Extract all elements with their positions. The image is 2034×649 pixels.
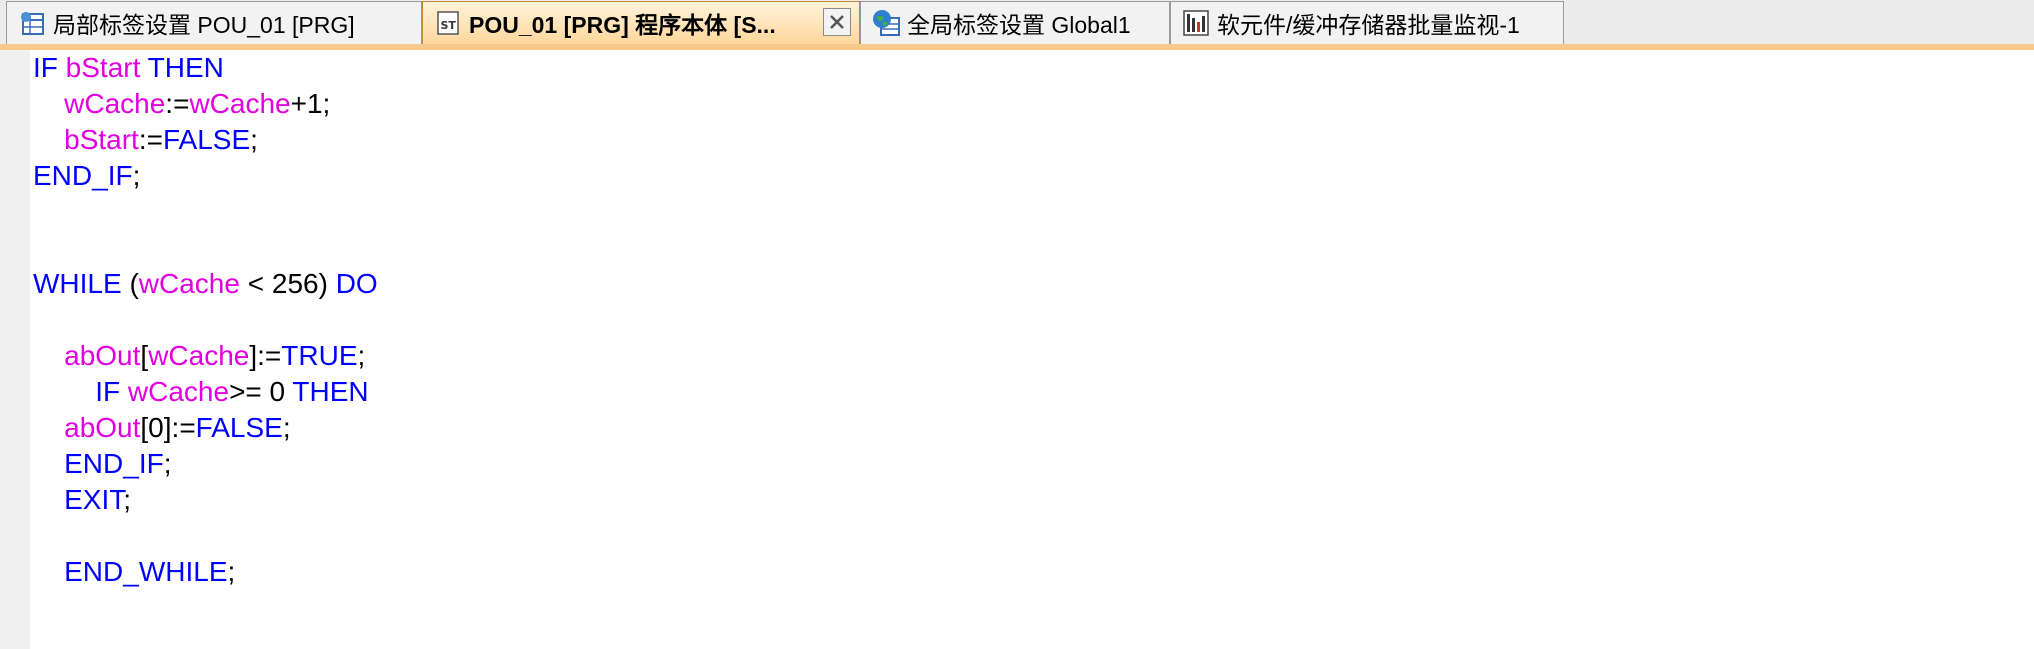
code-text: := xyxy=(138,124,163,155)
code-line[interactable]: EXIT; xyxy=(33,482,2023,518)
monitor-icon xyxy=(1183,10,1209,36)
code-keyword: DO xyxy=(335,268,378,299)
tab-program-body[interactable]: ST POU_01 [PRG] 程序本体 [S... xyxy=(422,1,860,44)
code-text: := xyxy=(165,88,190,119)
st-code-editor[interactable]: IF bStart THEN wCache:=wCache+1; bStart:… xyxy=(0,50,2034,649)
code-variable: wCache xyxy=(138,268,240,299)
tab-local-labels[interactable]: 局部标签设置 POU_01 [PRG] xyxy=(6,1,422,44)
code-keyword: IF xyxy=(33,52,66,83)
code-line[interactable] xyxy=(33,230,2023,266)
tab-label: 全局标签设置 Global1 xyxy=(907,12,1131,38)
code-line[interactable]: wCache:=wCache+1; xyxy=(33,86,2023,122)
code-line[interactable]: END_WHILE; xyxy=(33,554,2023,590)
code-text: >= 0 xyxy=(229,376,293,407)
code-keyword: END_IF xyxy=(33,160,133,191)
code-line[interactable]: IF wCache>= 0 THEN xyxy=(33,374,2023,410)
code-line[interactable] xyxy=(33,518,2023,554)
editor-gutter xyxy=(0,50,30,649)
code-variable: bStart xyxy=(65,52,141,83)
code-text: ( xyxy=(129,268,139,299)
code-line[interactable]: bStart:=FALSE; xyxy=(33,122,2023,158)
code-line[interactable]: abOut[0]:=FALSE; xyxy=(33,410,2023,446)
code-line[interactable]: END_IF; xyxy=(33,158,2023,194)
code-text: ; xyxy=(250,124,258,155)
code-text: ; xyxy=(227,556,236,587)
tab-global-labels[interactable]: 全局标签设置 Global1 xyxy=(860,1,1170,44)
code-keyword: FALSE xyxy=(195,412,283,443)
code-keyword: FALSE xyxy=(162,124,251,155)
code-keyword: END_IF xyxy=(64,448,164,479)
code-variable: abOut xyxy=(64,340,141,371)
code-keyword: THEN xyxy=(140,52,224,83)
table-icon xyxy=(21,12,44,35)
code-text: ; xyxy=(163,448,172,479)
tab-label: 局部标签设置 POU_01 [PRG] xyxy=(53,12,355,38)
code-variable: bStart xyxy=(64,124,139,155)
close-tab-button[interactable] xyxy=(823,8,851,36)
code-line[interactable] xyxy=(33,194,2023,230)
code-variable: wCache xyxy=(64,88,166,119)
code-variable: wCache xyxy=(189,88,291,119)
code-variable: abOut xyxy=(64,412,141,443)
code-line[interactable] xyxy=(33,302,2023,338)
code-area[interactable]: IF bStart THEN wCache:=wCache+1; bStart:… xyxy=(33,50,2023,590)
code-text: < 256) xyxy=(239,268,336,299)
tab-label: POU_01 [PRG] 程序本体 [S... xyxy=(469,12,776,38)
editor-tab-bar: 局部标签设置 POU_01 [PRG] ST POU_01 [PRG] 程序本体… xyxy=(0,0,2034,48)
code-text: ]:= xyxy=(249,340,282,371)
code-line[interactable]: IF bStart THEN xyxy=(33,50,2023,86)
code-line[interactable]: WHILE (wCache < 256) DO xyxy=(33,266,2023,302)
code-line[interactable]: END_IF; xyxy=(33,446,2023,482)
code-text: ; xyxy=(132,160,141,191)
code-text: ; xyxy=(282,412,291,443)
code-keyword: WHILE xyxy=(33,268,130,299)
close-icon xyxy=(830,15,844,29)
code-keyword: EXIT xyxy=(64,484,124,515)
svg-text:ST: ST xyxy=(441,19,457,32)
st-icon: ST xyxy=(437,11,459,35)
code-line[interactable]: abOut[wCache]:=TRUE; xyxy=(33,338,2023,374)
code-keyword: TRUE xyxy=(281,340,358,371)
code-keyword: IF xyxy=(95,376,128,407)
code-keyword: END_WHILE xyxy=(64,556,228,587)
code-variable: wCache xyxy=(127,376,230,407)
code-text: +1; xyxy=(290,88,331,119)
tab-label: 软元件/缓冲存储器批量监视-1 xyxy=(1217,12,1520,38)
code-text: [0]:= xyxy=(140,412,196,443)
globe-table-icon xyxy=(873,10,900,36)
code-text: ; xyxy=(123,484,132,515)
code-variable: wCache xyxy=(148,340,250,371)
tab-device-monitor[interactable]: 软元件/缓冲存储器批量监视-1 xyxy=(1170,1,1564,44)
code-text: ; xyxy=(357,340,366,371)
code-keyword: THEN xyxy=(292,376,369,407)
